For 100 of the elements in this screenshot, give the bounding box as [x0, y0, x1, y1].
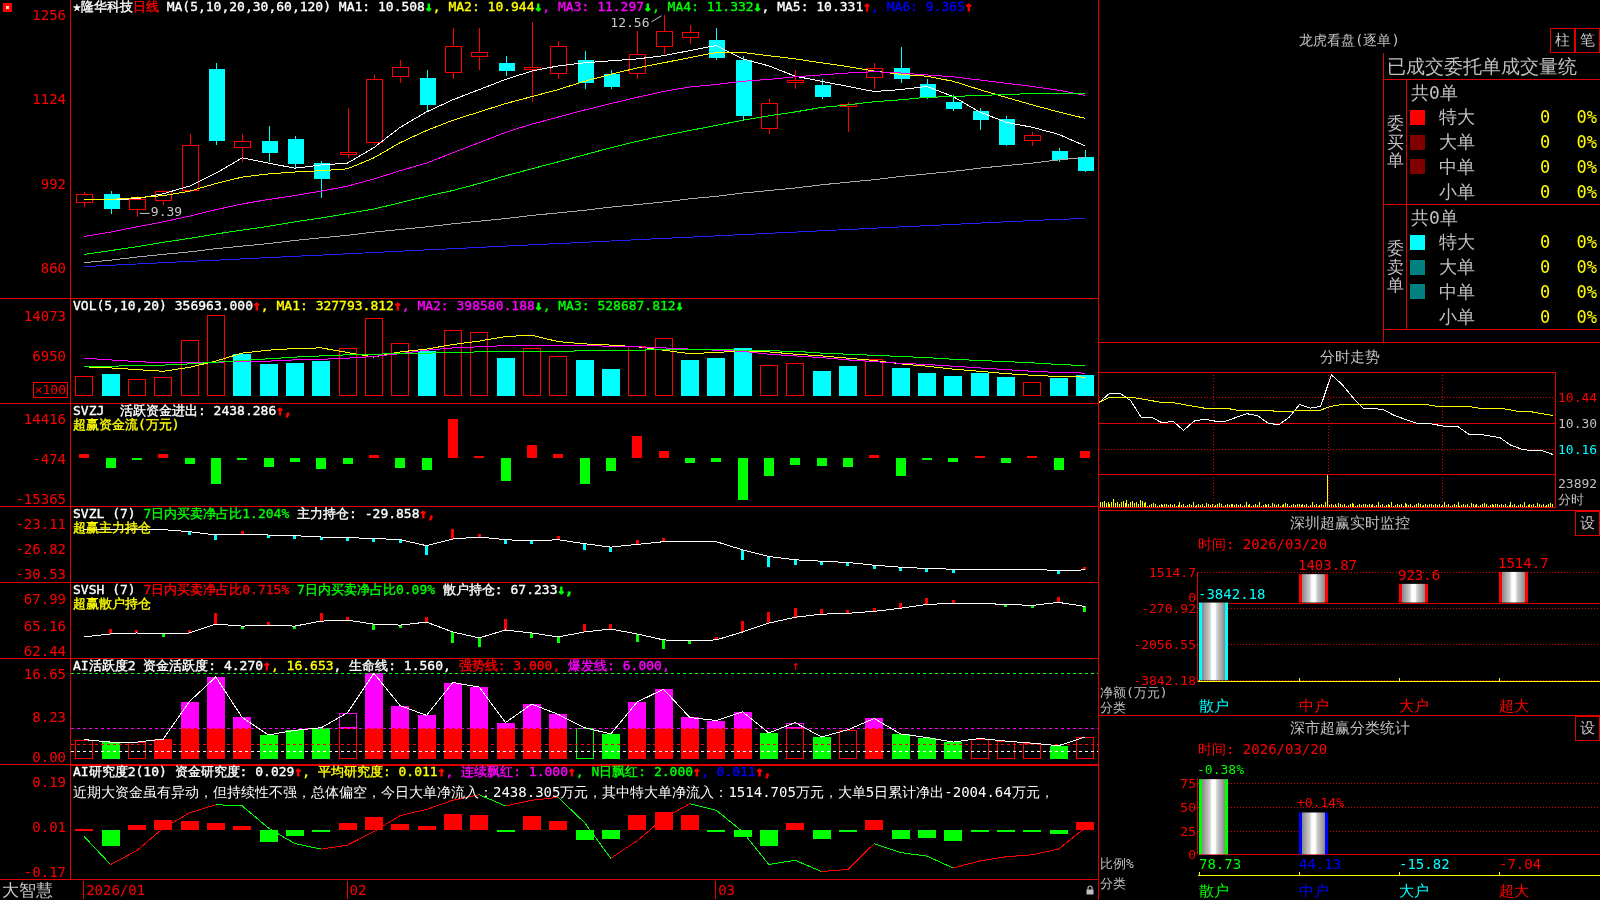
fund-flow-bar [106, 458, 116, 468]
research-bar [102, 830, 120, 846]
research-bar [892, 830, 910, 839]
fund-flow-bar [632, 436, 642, 458]
research-bar [918, 830, 936, 838]
axis-tick-label: 16.65 [23, 666, 66, 681]
fund-flow-bar [79, 454, 89, 458]
order-count: 0 [1540, 156, 1551, 177]
change-marker [609, 547, 612, 552]
fund-flow-bar [185, 458, 195, 464]
group-label: 委卖单 [1386, 238, 1404, 296]
axis-tick-label: 1256 [32, 7, 66, 22]
candlestick [919, 78, 936, 100]
axis-tick-label: -3842.18 [1133, 672, 1196, 688]
change-marker [346, 617, 349, 620]
change-marker [952, 600, 955, 603]
axis-tick-label: 1514.7 [1149, 564, 1196, 580]
fund-flow-bar [553, 454, 563, 458]
fund-flow-bar [448, 419, 458, 458]
candlestick [787, 69, 804, 90]
change-marker [188, 630, 191, 633]
research-bar [628, 815, 646, 830]
change-marker [873, 608, 876, 611]
research-bar [444, 814, 462, 830]
order-type-label: 小单 [1439, 304, 1475, 329]
change-marker [372, 538, 375, 542]
research-bar [655, 812, 673, 830]
change-marker [320, 613, 323, 621]
fund-flow-bar [290, 458, 300, 462]
axis-tick-label: 860 [40, 260, 66, 275]
change-marker [135, 630, 138, 633]
indicator-legend: AI活跃度2 资金活跃度: 4.270↑, 16.653, 生命线: 1.560, 强势线: 3.000, 爆发线: 6.000, [73, 659, 670, 673]
order-type-label: 小单 [1439, 179, 1475, 204]
bar-value-label: 923.6 [1398, 566, 1441, 583]
axis-tick-label: -26.82 [15, 542, 66, 557]
section-title: 分时走势 [1319, 348, 1380, 367]
research-bar [786, 823, 804, 830]
candlestick [840, 101, 857, 133]
order-total: 共0单 [1411, 206, 1458, 230]
change-marker [636, 540, 639, 544]
axis-tick-label: 67.99 [23, 591, 66, 606]
group-label: 委买单 [1386, 113, 1404, 171]
date-axis-label: 02 [346, 881, 367, 899]
section-title: 深市超赢分类统计 [1289, 719, 1410, 738]
order-percent: 0% [1576, 107, 1597, 128]
axis-tick-label: 65.16 [23, 619, 66, 634]
settings-button[interactable]: 设 [1575, 511, 1600, 536]
view-mode-button[interactable]: 笔 [1575, 28, 1600, 53]
change-marker [478, 638, 481, 647]
order-percent: 0% [1576, 156, 1597, 177]
indicator-legend: 超赢散户持仓 [73, 597, 151, 611]
axis-tick-label: 8.23 [32, 709, 66, 724]
order-type-label: 特大 [1439, 105, 1475, 130]
leader-line [651, 15, 662, 23]
axis-tick-label: 10.16 [1558, 442, 1598, 457]
axis-tick-label: 10.44 [1558, 390, 1598, 405]
net-amount-bar [1499, 571, 1528, 603]
indicator-legend: SVZL (7) 7日内买卖净占比1.204% 主力持仓: -29.858↑, [73, 507, 436, 521]
research-bar [260, 830, 278, 842]
research-bar [207, 823, 225, 830]
order-count: 0 [1540, 306, 1551, 327]
order-percent: 0% [1576, 281, 1597, 302]
research-bar [523, 816, 541, 830]
indicator-legend: VOL(5,10,20) 356963.000↑, MA1: 327793.812↑, MA2: 398580.188↓, MA3: 528687.812↓ [73, 299, 684, 313]
change-marker [1083, 606, 1086, 612]
fund-flow-bar [869, 455, 879, 458]
bar-value-label: -3842.18 [1198, 585, 1266, 602]
fund-flow-bar [606, 458, 616, 471]
fund-flow-bar [422, 458, 432, 470]
axis-tick-label: 25 [1180, 823, 1196, 839]
axis-tick-label: 50 [1180, 799, 1196, 815]
fund-flow-bar [1054, 458, 1064, 470]
change-marker [583, 624, 586, 632]
change-marker [320, 537, 323, 540]
candlestick [761, 98, 778, 135]
settings-button[interactable]: 设 [1575, 716, 1600, 741]
research-bar [576, 830, 594, 840]
order-type-label: 中单 [1439, 154, 1475, 179]
candlestick [866, 62, 883, 90]
lock-icon[interactable] [1086, 885, 1094, 895]
research-bar [1050, 830, 1068, 834]
fund-flow-bar [896, 458, 906, 476]
candlestick [656, 14, 673, 55]
order-count: 0 [1540, 232, 1551, 253]
order-percent: 0% [1576, 306, 1597, 327]
change-marker [1057, 597, 1060, 602]
fund-flow-bar [948, 458, 958, 462]
axis-tick-label: 14416 [23, 411, 66, 426]
view-mode-button[interactable]: 柱 [1550, 28, 1575, 53]
order-percent: 0% [1576, 181, 1597, 202]
axis-tick-label: 992 [40, 176, 66, 191]
change-marker [794, 608, 797, 617]
candlestick [735, 55, 752, 122]
change-marker [530, 633, 533, 638]
fund-flow-bar [395, 458, 405, 468]
indicator-legend: SVSH (7) 7日内买卖净占比0.715% 7日内买卖净占比0.09% 散户持仓: 67.233↓, [73, 583, 574, 597]
axis-tick-label: -2056.55 [1133, 636, 1196, 652]
leader-line [139, 212, 151, 214]
change-marker [820, 609, 823, 614]
volume-max-label: 23892 [1558, 476, 1598, 491]
